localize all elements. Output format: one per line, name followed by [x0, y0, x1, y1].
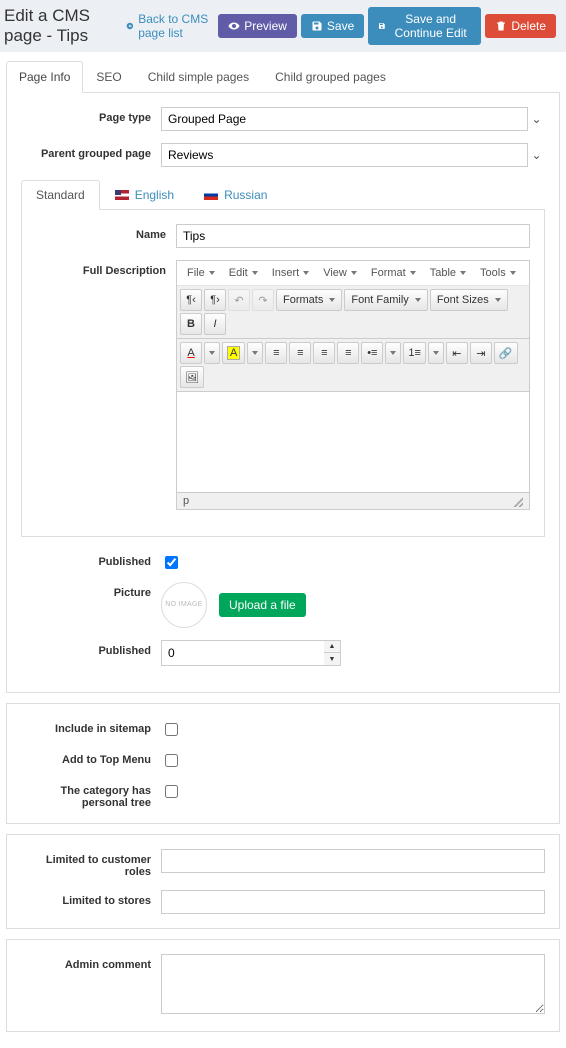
tab-child-simple[interactable]: Child simple pages [135, 61, 262, 93]
editor-toolbar-1: ¶‹ ¶› ↶ ↷ Formats Font Family Font Sizes… [177, 286, 529, 339]
limited-stores-input[interactable] [161, 890, 545, 914]
save-continue-button[interactable]: Save and Continue Edit [368, 7, 481, 45]
limited-roles-label: Limited to customer roles [21, 849, 161, 878]
lang-tab-standard[interactable]: Standard [21, 180, 100, 210]
editor-indent-icon[interactable]: ⇥ [470, 342, 492, 364]
page-type-label: Page type [21, 107, 161, 124]
include-sitemap-checkbox[interactable] [165, 723, 178, 736]
editor-bold-icon[interactable]: B [180, 313, 202, 335]
editor-align-right-icon[interactable]: ≡ [313, 342, 335, 364]
picture-label: Picture [21, 582, 161, 599]
editor-menu-edit[interactable]: Edit [223, 263, 264, 283]
admin-comment-label: Admin comment [21, 954, 161, 971]
editor-menubar: File Edit Insert View Format Table Tools [177, 261, 529, 286]
page-type-select[interactable]: Grouped Page [161, 107, 545, 131]
add-top-menu-label: Add to Top Menu [21, 749, 161, 766]
editor-menu-format[interactable]: Format [365, 263, 422, 283]
trash-icon [495, 20, 507, 32]
name-label: Name [36, 224, 176, 241]
language-tabs: Standard English Russian [21, 179, 545, 210]
floppy-icon [378, 20, 386, 32]
editor-align-justify-icon[interactable]: ≡ [337, 342, 359, 364]
page-header: Edit a CMS page - Tips Back to CMS page … [0, 0, 566, 52]
editor-redo-icon[interactable]: ↷ [252, 289, 274, 311]
editor-undo-icon[interactable]: ↶ [228, 289, 250, 311]
tab-page-info[interactable]: Page Info [6, 61, 83, 93]
include-sitemap-label: Include in sitemap [21, 718, 161, 735]
editor-menu-view[interactable]: View [317, 263, 363, 283]
editor-formats-select[interactable]: Formats [276, 289, 342, 311]
editor-menu-file[interactable]: File [181, 263, 221, 283]
tab-child-grouped[interactable]: Child grouped pages [262, 61, 399, 93]
full-description-label: Full Description [36, 260, 176, 277]
name-input[interactable] [176, 224, 530, 248]
published-number-label: Published [21, 640, 161, 657]
editor-ltr-icon[interactable]: ¶‹ [180, 289, 202, 311]
published-label: Published [21, 551, 161, 568]
editor-text-color-caret[interactable] [204, 342, 220, 364]
floppy-icon [311, 20, 323, 32]
editor-menu-tools[interactable]: Tools [474, 263, 522, 283]
save-button[interactable]: Save [301, 14, 364, 38]
editor-image-icon[interactable]: 🖼 [180, 366, 204, 388]
editor-link-icon[interactable]: 🔗 [494, 342, 518, 364]
parent-grouped-select[interactable]: Reviews [161, 143, 545, 167]
content: Page Info SEO Child simple pages Child g… [0, 52, 566, 1048]
main-tabs: Page Info SEO Child simple pages Child g… [6, 60, 560, 93]
preview-button[interactable]: Preview [218, 14, 297, 38]
language-panel: Name Full Description File Edit Insert V… [21, 210, 545, 537]
editor-numbered-list-caret[interactable] [428, 342, 444, 364]
editor-menu-table[interactable]: Table [424, 263, 472, 283]
editor-text-color-icon[interactable]: A [180, 342, 202, 364]
editor-font-family-select[interactable]: Font Family [344, 289, 427, 311]
published-number-input[interactable] [161, 640, 324, 666]
spinner-up-icon[interactable]: ▲ [324, 641, 340, 653]
parent-grouped-label: Parent grouped page [21, 143, 161, 160]
add-top-menu-checkbox[interactable] [165, 754, 178, 767]
spinner-down-icon[interactable]: ▼ [324, 653, 340, 665]
editor-numbered-list-icon[interactable]: 1≡ [403, 342, 426, 364]
page-title: Edit a CMS page - Tips [4, 6, 118, 46]
editor-path: p [183, 495, 189, 507]
upload-file-button[interactable]: Upload a file [219, 593, 306, 617]
editor-bullet-list-caret[interactable] [385, 342, 401, 364]
rich-text-editor: File Edit Insert View Format Table Tools… [176, 260, 530, 510]
admin-comment-textarea[interactable] [161, 954, 545, 1014]
flag-ru-icon [204, 190, 218, 200]
limited-stores-label: Limited to stores [21, 890, 161, 907]
arrow-circle-left-icon [126, 20, 134, 32]
lang-tab-english[interactable]: English [100, 180, 189, 210]
eye-icon [228, 20, 240, 32]
editor-rtl-icon[interactable]: ¶› [204, 289, 226, 311]
flag-us-icon [115, 190, 129, 200]
editor-bg-color-caret[interactable] [247, 342, 263, 364]
comment-panel: Admin comment [6, 939, 560, 1032]
back-to-list-link[interactable]: Back to CMS page list [126, 12, 214, 40]
editor-toolbar-2: A A ≡ ≡ ≡ ≡ •≡ [177, 339, 529, 392]
editor-italic-icon[interactable]: I [204, 313, 226, 335]
editor-align-left-icon[interactable]: ≡ [265, 342, 287, 364]
editor-outdent-icon[interactable]: ⇤ [446, 342, 468, 364]
editor-font-sizes-select[interactable]: Font Sizes [430, 289, 508, 311]
personal-tree-label: The category has personal tree [21, 780, 161, 809]
editor-bg-color-icon[interactable]: A [222, 342, 245, 364]
delete-button[interactable]: Delete [485, 14, 556, 38]
editor-bullet-list-icon[interactable]: •≡ [361, 342, 383, 364]
page-info-panel: Page type Grouped Page ⌄ Parent grouped … [6, 93, 560, 693]
tab-seo[interactable]: SEO [83, 61, 134, 93]
restrictions-panel: Limited to customer roles Limited to sto… [6, 834, 560, 929]
editor-align-center-icon[interactable]: ≡ [289, 342, 311, 364]
editor-menu-insert[interactable]: Insert [266, 263, 316, 283]
editor-statusbar: p [177, 492, 529, 509]
lang-tab-russian[interactable]: Russian [189, 180, 282, 210]
limited-roles-input[interactable] [161, 849, 545, 873]
editor-body[interactable] [177, 392, 529, 492]
visibility-panel: Include in sitemap Add to Top Menu The c… [6, 703, 560, 824]
no-image-placeholder: NO IMAGE [161, 582, 207, 628]
editor-resize-handle[interactable] [511, 495, 523, 507]
published-checkbox[interactable] [165, 556, 178, 569]
personal-tree-checkbox[interactable] [165, 785, 178, 798]
